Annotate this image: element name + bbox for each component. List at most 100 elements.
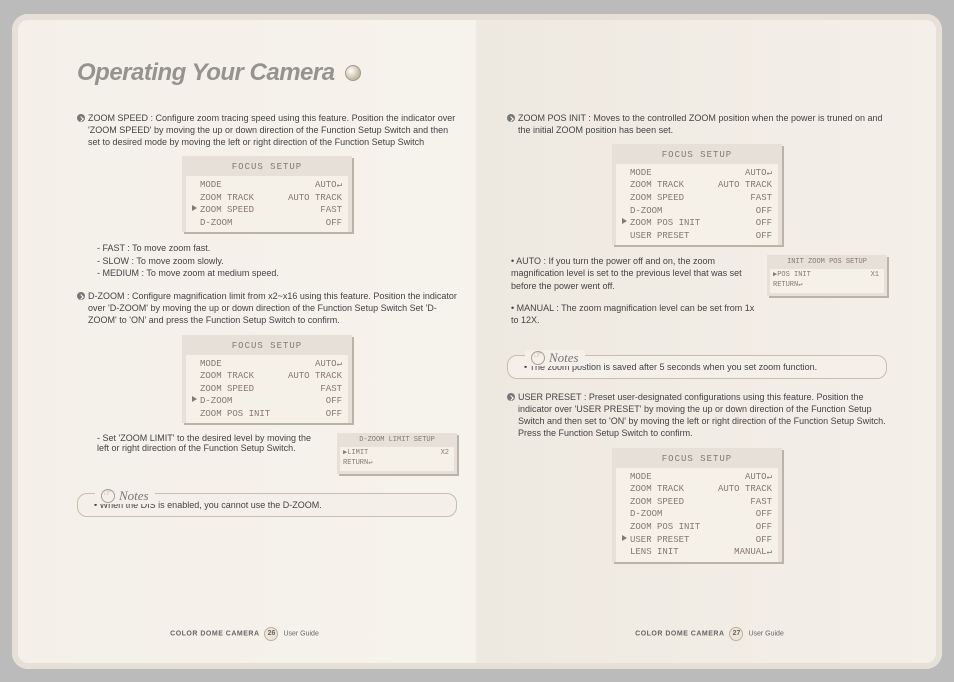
- entry-label: ZOOM POS INIT :: [518, 113, 591, 123]
- arrow-bullet-icon: [77, 114, 85, 122]
- osd-panel-posinit: FOCUS SETUP MODEAUTO↵ZOOM TRACKAUTO TRAC…: [612, 144, 782, 246]
- osd-left: D-ZOOM: [200, 217, 232, 230]
- osd-row: USER PRESETOFF: [622, 534, 772, 547]
- auto-manual-row: • AUTO : If you turn the power off and o…: [507, 255, 887, 336]
- notes-word: Notes: [119, 488, 149, 504]
- osd-body: MODEAUTO↵ZOOM TRACKAUTO TRACKZOOM SPEEDF…: [616, 468, 778, 562]
- mini-panel-dzoom-limit: D-ZOOM LIMIT SETUP ▶LIMIT X2 RETURN↵: [337, 433, 457, 474]
- mini-title: INIT ZOOM POS SETUP: [767, 255, 887, 269]
- footer-left: COLOR DOME CAMERA 26 User Guide: [12, 627, 477, 641]
- osd-left: MODE: [200, 179, 222, 192]
- notes-word: Notes: [549, 350, 579, 366]
- zoomlimit-text: - Set 'ZOOM LIMIT' to the desired level …: [77, 433, 325, 453]
- osd-title: FOCUS SETUP: [612, 144, 782, 164]
- posinit-opts: • AUTO : If you turn the power off and o…: [507, 255, 755, 336]
- mini-title: D-ZOOM LIMIT SETUP: [337, 433, 457, 447]
- osd-left: ZOOM TRACK: [200, 370, 254, 383]
- osd-row: MODEAUTO↵: [192, 179, 342, 192]
- left-column: ZOOM SPEED : Configure zoom tracing spee…: [77, 112, 457, 572]
- entry-label: USER PRESET :: [518, 392, 586, 402]
- selection-triangle-icon: [622, 218, 627, 224]
- osd-panel-zoomspeed: FOCUS SETUP MODEAUTO↵ZOOM TRACKAUTO TRAC…: [182, 156, 352, 232]
- page-title: Operating Your Camera: [77, 59, 335, 87]
- osd-left: ZOOM POS INIT: [630, 521, 700, 534]
- arrow-bullet-icon: [507, 114, 515, 122]
- entry-text: D-ZOOM : Configure magnification limit f…: [88, 290, 457, 326]
- entry-posinit: ZOOM POS INIT : Moves to the controlled …: [507, 112, 887, 136]
- osd-row: ZOOM SPEEDFAST: [192, 383, 342, 396]
- osd-row: ZOOM POS INITOFF: [622, 217, 772, 230]
- osd-left: ZOOM POS INIT: [622, 217, 700, 230]
- speed-opt-line: - SLOW : To move zoom slowly.: [97, 255, 457, 268]
- osd-left: ZOOM SPEED: [192, 204, 254, 217]
- osd-right: MANUAL↵: [734, 546, 772, 559]
- osd-body: MODEAUTO↵ZOOM TRACKAUTO TRACKZOOM SPEED F…: [186, 176, 348, 232]
- opt-auto: • AUTO : If you turn the power off and o…: [511, 255, 755, 291]
- mini-row: RETURN↵: [773, 281, 879, 291]
- opt-label: • AUTO :: [511, 256, 546, 266]
- osd-left: ZOOM SPEED: [630, 496, 684, 509]
- entry-userpreset: USER PRESET : Preset user-designated con…: [507, 391, 887, 440]
- footer: COLOR DOME CAMERA 26 User Guide COLOR DO…: [12, 627, 942, 641]
- osd-row: ZOOM SPEED FAST: [192, 204, 342, 217]
- osd-left: LENS INIT: [630, 546, 679, 559]
- page-num-left: 26: [264, 627, 278, 641]
- osd-row: D-ZOOMOFF: [622, 508, 772, 521]
- mini-right: X1: [871, 271, 879, 281]
- footer-product: COLOR DOME CAMERA: [635, 630, 724, 637]
- osd-left: D-ZOOM: [630, 205, 662, 218]
- hand-icon: [531, 351, 545, 365]
- entry-label: D-ZOOM :: [88, 291, 130, 301]
- entry-text: USER PRESET : Preset user-designated con…: [518, 391, 887, 440]
- mini-left: ▶LIMIT: [343, 449, 368, 459]
- osd-right: FAST: [750, 192, 772, 205]
- osd-row: D-ZOOM OFF: [622, 205, 772, 218]
- osd-left: D-ZOOM: [192, 395, 232, 408]
- osd-left: USER PRESET: [630, 230, 689, 243]
- osd-right: OFF: [756, 205, 772, 218]
- mini-left: RETURN↵: [343, 459, 372, 469]
- osd-right: FAST: [750, 496, 772, 509]
- notes-block: Notes • The zoom postion is saved after …: [507, 350, 887, 379]
- notes-label: Notes: [95, 488, 155, 504]
- entry-zoom-speed: ZOOM SPEED : Configure zoom tracing spee…: [77, 112, 457, 148]
- footer-product: COLOR DOME CAMERA: [170, 630, 259, 637]
- osd-left: ZOOM TRACK: [200, 192, 254, 205]
- notes-block: Notes • When the DIS is enabled, you can…: [77, 488, 457, 517]
- osd-row: ZOOM TRACKAUTO TRACK: [192, 370, 342, 383]
- osd-right: OFF: [756, 230, 772, 243]
- osd-right: OFF: [326, 395, 342, 408]
- osd-left: ZOOM POS INIT: [200, 408, 270, 421]
- entry-text: ZOOM POS INIT : Moves to the controlled …: [518, 112, 887, 136]
- osd-right: FAST: [320, 204, 342, 217]
- entry-head: ZOOM SPEED : Configure zoom tracing spee…: [77, 112, 457, 148]
- mini-panel-initzoom: INIT ZOOM POS SETUP ▶POS INIT X1RETURN↵: [767, 255, 887, 296]
- speed-opt-line: - FAST : To move zoom fast.: [97, 242, 457, 255]
- entry-label: ZOOM SPEED :: [88, 113, 153, 123]
- title-row: Operating Your Camera: [77, 59, 887, 87]
- mini-left: ▶POS INIT: [773, 271, 811, 281]
- footer-right: COLOR DOME CAMERA 27 User Guide: [477, 627, 942, 641]
- speed-opt-line: - MEDIUM : To move zoom at medium speed.: [97, 267, 457, 280]
- mini-body: ▶POS INIT X1RETURN↵: [770, 269, 884, 293]
- zoomspeed-opts: - FAST : To move zoom fast.- SLOW : To m…: [77, 242, 457, 280]
- page: Operating Your Camera ZOOM SPEED : Confi…: [12, 14, 942, 669]
- osd-panel-dzoom: FOCUS SETUP MODEAUTO↵ZOOM TRACKAUTO TRAC…: [182, 335, 352, 424]
- osd-right: FAST: [320, 383, 342, 396]
- entry-head: ZOOM POS INIT : Moves to the controlled …: [507, 112, 887, 136]
- columns: ZOOM SPEED : Configure zoom tracing spee…: [77, 112, 887, 572]
- entry-desc: Configure magnification limit from x2~x1…: [88, 291, 457, 325]
- osd-right: AUTO TRACK: [718, 179, 772, 192]
- mini-body: ▶LIMIT X2 RETURN↵: [340, 447, 454, 471]
- osd-row: ZOOM TRACKAUTO TRACK: [622, 179, 772, 192]
- page-num-right: 27: [729, 627, 743, 641]
- osd-row: LENS INIT MANUAL↵: [622, 546, 772, 559]
- osd-right: OFF: [756, 534, 772, 547]
- osd-row: ZOOM POS INITOFF: [192, 408, 342, 421]
- selection-triangle-icon: [192, 205, 197, 211]
- footer-guide: User Guide: [283, 630, 318, 637]
- mini-right: X2: [441, 449, 449, 459]
- osd-row: ZOOM TRACKAUTO TRACK: [192, 192, 342, 205]
- osd-title: FOCUS SETUP: [182, 335, 352, 355]
- osd-row: MODEAUTO↵: [622, 471, 772, 484]
